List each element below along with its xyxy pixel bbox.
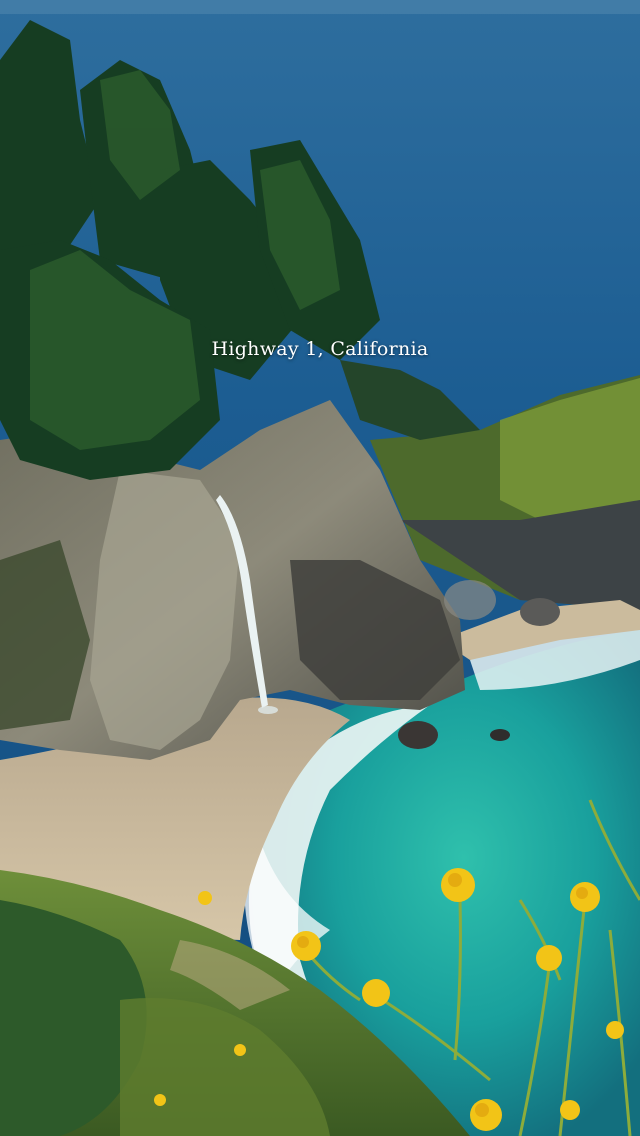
photo-scene: Highway 1, California <box>0 0 640 1136</box>
location-caption: Highway 1, California <box>211 338 429 360</box>
coastal-landscape-image <box>0 0 640 1136</box>
